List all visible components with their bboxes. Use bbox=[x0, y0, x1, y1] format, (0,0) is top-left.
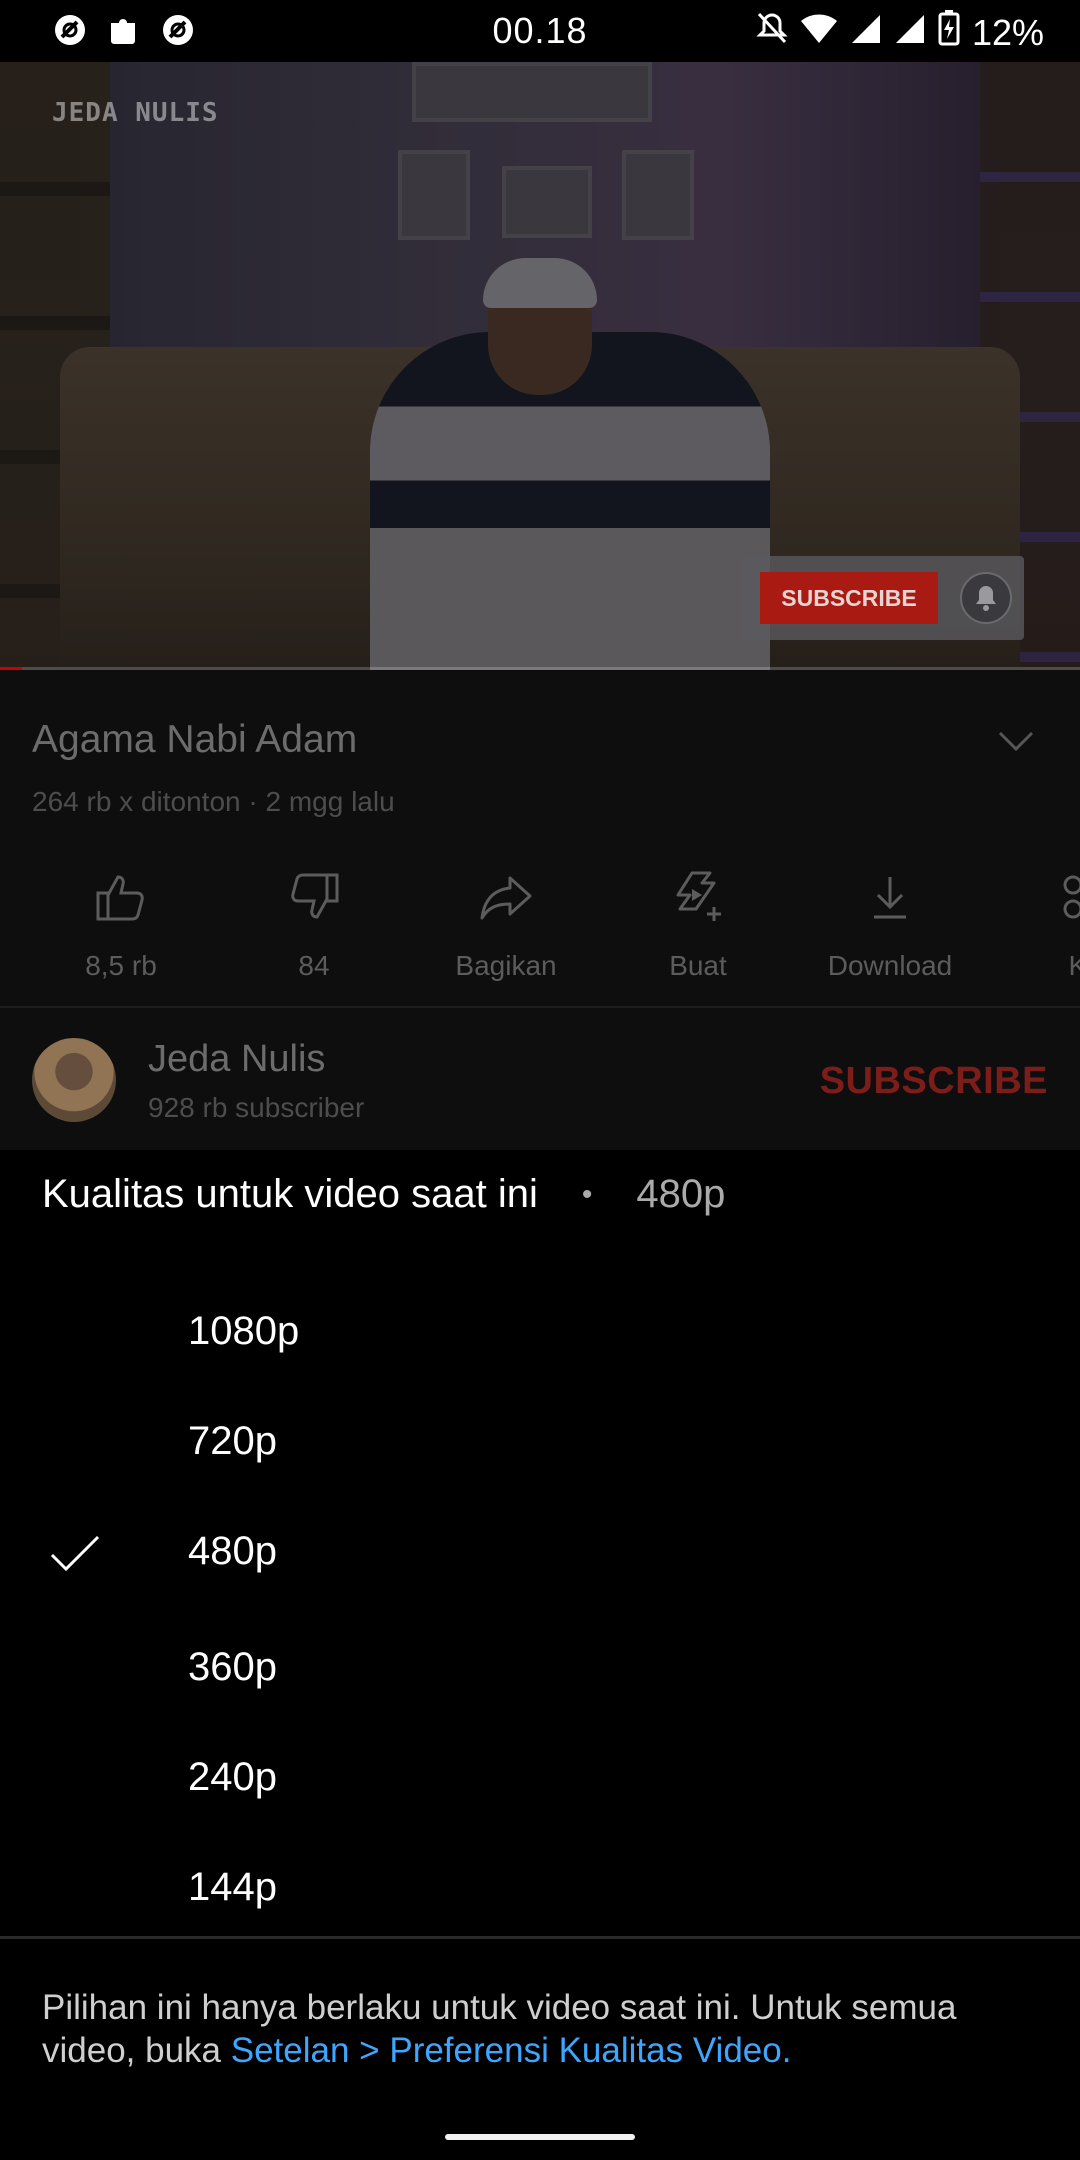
status-bar: 00.18 12% bbox=[0, 0, 1080, 62]
quality-sheet-header: Kualitas untuk video saat ini • 480p bbox=[42, 1172, 725, 1217]
like-button[interactable]: 8,5 rb bbox=[36, 860, 206, 982]
quality-sheet-title: Kualitas untuk video saat ini bbox=[42, 1172, 538, 1216]
download-icon bbox=[805, 860, 975, 934]
thumbs-down-icon bbox=[229, 860, 399, 934]
dislike-button[interactable]: 84 bbox=[229, 860, 399, 982]
create-button[interactable]: Buat bbox=[613, 860, 783, 982]
separator-dot: • bbox=[581, 1177, 593, 1211]
signal-icon bbox=[850, 12, 882, 54]
quality-option-label: 360p bbox=[188, 1645, 277, 1689]
clip-label: Kl bbox=[1068, 950, 1080, 981]
bell-icon bbox=[960, 572, 1012, 624]
like-count: 8,5 rb bbox=[85, 950, 157, 981]
create-label: Buat bbox=[669, 950, 727, 981]
divider bbox=[0, 1006, 1080, 1008]
clip-icon bbox=[996, 860, 1080, 934]
quality-option-label: 720p bbox=[188, 1419, 277, 1463]
video-subscribe-overlay: SUBSCRIBE bbox=[742, 556, 1024, 640]
quality-option-720p[interactable]: 720p bbox=[0, 1393, 1080, 1493]
battery-charging-icon bbox=[938, 10, 960, 55]
share-button[interactable]: Bagikan bbox=[421, 860, 591, 982]
download-button[interactable]: Download bbox=[805, 860, 975, 982]
gesture-navigation-bar[interactable] bbox=[445, 2134, 635, 2140]
divider bbox=[0, 1936, 1080, 1939]
subscribe-button[interactable]: SUBSCRIBE bbox=[820, 1060, 1048, 1103]
quality-option-144p[interactable]: 144p bbox=[0, 1839, 1080, 1939]
share-label: Bagikan bbox=[455, 950, 557, 981]
channel-watermark: JEDA NULIS bbox=[52, 98, 219, 128]
video-details: Agama Nabi Adam 264 rb x ditonton · 2 mg… bbox=[0, 670, 1080, 1150]
video-subscribe-graphic: SUBSCRIBE bbox=[760, 572, 938, 624]
dislike-count: 84 bbox=[298, 950, 330, 981]
quality-option-240p[interactable]: 240p bbox=[0, 1729, 1080, 1829]
battery-percent: 12% bbox=[971, 11, 1044, 53]
video-meta: 264 rb x ditonton · 2 mgg lalu bbox=[32, 786, 395, 817]
channel-avatar[interactable] bbox=[32, 1038, 116, 1122]
video-player[interactable]: JEDA NULIS SUBSCRIBE bbox=[0, 62, 1080, 670]
chevron-down-icon[interactable] bbox=[998, 730, 1034, 757]
quality-option-label: 1080p bbox=[188, 1309, 300, 1353]
channel-subscriber-count: 928 rb subscriber bbox=[148, 1092, 365, 1123]
quality-option-480p[interactable]: 480p bbox=[0, 1503, 1080, 1603]
thumbs-up-icon bbox=[36, 860, 206, 934]
quality-footer-note: Pilihan ini hanya berlaku untuk video sa… bbox=[42, 1986, 1042, 2072]
quality-option-1080p[interactable]: 1080p bbox=[0, 1283, 1080, 1383]
share-icon bbox=[421, 860, 591, 934]
status-system-icons: 12% bbox=[756, 10, 1044, 55]
clip-button[interactable]: Kl bbox=[996, 860, 1080, 982]
quality-option-label: 144p bbox=[188, 1865, 277, 1909]
create-icon bbox=[613, 860, 783, 934]
quality-option-360p[interactable]: 360p bbox=[0, 1619, 1080, 1719]
quality-option-label: 480p bbox=[188, 1529, 277, 1573]
signal-icon bbox=[894, 12, 926, 54]
download-label: Download bbox=[827, 950, 953, 981]
checkmark-icon bbox=[48, 1525, 104, 1581]
quality-bottom-sheet: Kualitas untuk video saat ini • 480p 108… bbox=[0, 1150, 1080, 2160]
wifi-icon bbox=[800, 12, 838, 54]
mute-icon bbox=[756, 11, 788, 54]
channel-name[interactable]: Jeda Nulis bbox=[148, 1038, 325, 1081]
quality-option-label: 240p bbox=[188, 1755, 277, 1799]
video-title: Agama Nabi Adam bbox=[32, 718, 358, 761]
current-quality: 480p bbox=[636, 1172, 726, 1216]
video-quality-preferences-link[interactable]: Setelan > Preferensi Kualitas Video. bbox=[231, 2031, 792, 2070]
action-bar: 8,5 rb 84 Bagikan Buat Download K bbox=[0, 860, 1080, 1000]
